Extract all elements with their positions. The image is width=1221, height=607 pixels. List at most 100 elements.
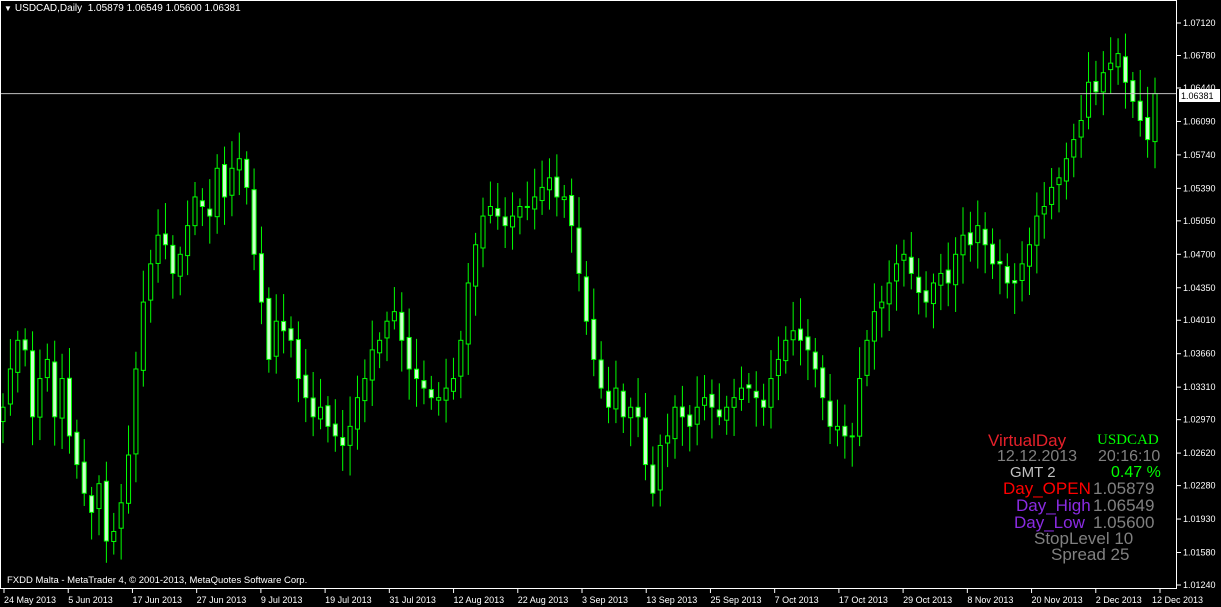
- ohlc-values: 1.05879 1.06549 1.05600 1.06381: [87, 3, 241, 14]
- price-tick-label: 1.02970: [1183, 415, 1216, 425]
- candle-body: [1049, 186, 1055, 205]
- date-tick-label: 19 Jul 2013: [325, 595, 372, 605]
- candle-body: [1041, 206, 1047, 215]
- candle-body: [938, 272, 944, 286]
- candle-body: [591, 318, 597, 360]
- candle-body: [982, 228, 988, 246]
- candle-body: [495, 207, 501, 217]
- price-tick-label: 1.05050: [1183, 216, 1216, 226]
- date-tick-label: 25 Sep 2013: [710, 595, 761, 605]
- candle-body: [391, 311, 397, 322]
- candle-body: [1086, 81, 1092, 118]
- candle-body: [399, 311, 405, 341]
- candle-body: [908, 256, 914, 274]
- candle-body: [266, 297, 272, 360]
- candle-body: [886, 282, 892, 305]
- price-tick-label: 1.06780: [1183, 50, 1216, 60]
- candle-body: [273, 320, 279, 357]
- candle-body: [443, 387, 449, 401]
- candle-body: [613, 387, 619, 410]
- candle-body: [450, 378, 456, 392]
- candle-body: [635, 406, 641, 418]
- candle-body: [768, 378, 774, 408]
- candle-body: [502, 216, 508, 227]
- candle-body: [665, 435, 671, 444]
- candle-body: [148, 263, 154, 301]
- candle-body: [990, 243, 996, 265]
- date-tick-label: 29 Oct 2013: [903, 595, 952, 605]
- candle-body: [628, 406, 634, 419]
- candle-body: [96, 483, 102, 510]
- candle-body: [546, 177, 552, 191]
- candle-body: [1100, 72, 1106, 93]
- candle-body: [849, 435, 855, 438]
- info-symbol: USDCAD: [1097, 432, 1159, 448]
- candle-body: [1026, 244, 1032, 267]
- info-high-label: Day_High: [1016, 496, 1091, 515]
- candle-body: [140, 301, 146, 371]
- candle-body: [81, 461, 87, 494]
- candle-body: [59, 378, 65, 419]
- candle-body: [901, 253, 907, 261]
- candle-body: [576, 227, 582, 274]
- date-tick-label: 7 Oct 2013: [775, 595, 819, 605]
- candle-body: [1108, 62, 1114, 71]
- chart-header: ▼ USDCAD,Daily 1.05879 1.06549 1.05600 1.…: [4, 3, 241, 14]
- price-tick-label: 1.01580: [1183, 548, 1216, 558]
- copyright-text: FXDD Malta - MetaTrader 4, © 2001-2013, …: [7, 575, 308, 586]
- price-tick-label: 1.04700: [1183, 249, 1216, 259]
- candle-body: [1034, 215, 1040, 246]
- candle-body: [258, 253, 264, 303]
- candle-body: [724, 406, 730, 421]
- candle-body: [798, 328, 804, 341]
- candle-body: [879, 301, 885, 309]
- candle-body: [805, 336, 811, 351]
- candle-body: [539, 186, 545, 202]
- candle-body: [89, 495, 95, 513]
- candle-body: [185, 225, 191, 257]
- candle-body: [864, 339, 870, 376]
- candle-body: [428, 389, 434, 399]
- candle-body: [857, 378, 863, 437]
- date-tick-label: 24 May 2013: [4, 595, 56, 605]
- candle-body: [1093, 80, 1099, 93]
- dropdown-triangle-icon[interactable]: ▼: [4, 4, 12, 13]
- candle-body: [74, 431, 80, 466]
- candle-body: [118, 502, 124, 529]
- candle-body: [192, 196, 198, 227]
- candle-body: [340, 437, 346, 446]
- candle-body: [834, 425, 840, 431]
- candle-body: [975, 225, 981, 244]
- candle-body: [487, 206, 493, 216]
- price-tick-label: 1.04010: [1183, 315, 1216, 325]
- candle-body: [162, 233, 168, 246]
- candle-body: [288, 328, 294, 341]
- candle-body: [753, 390, 759, 399]
- candle-body: [406, 336, 412, 370]
- candle-body: [761, 399, 767, 408]
- price-tick-label: 1.01930: [1183, 514, 1216, 524]
- candle-body: [229, 167, 235, 196]
- candle-body: [480, 215, 486, 249]
- candle-body: [22, 339, 28, 351]
- candle-body: [738, 387, 744, 400]
- date-tick-label: 8 Nov 2013: [967, 595, 1013, 605]
- candle-body: [37, 378, 43, 418]
- candle-body: [362, 378, 368, 402]
- date-tick-label: 5 Jun 2013: [68, 595, 113, 605]
- candle-body: [820, 367, 826, 399]
- date-tick-label: 13 Sep 2013: [646, 595, 697, 605]
- price-tick-label: 1.06090: [1183, 116, 1216, 126]
- info-date: 12.12.2013: [997, 448, 1078, 465]
- candle-body: [1145, 116, 1151, 141]
- candle-body: [66, 377, 72, 437]
- candle-body: [0, 406, 6, 423]
- candle-body: [414, 368, 420, 380]
- candle-body: [44, 358, 50, 379]
- candle-body: [30, 350, 36, 418]
- price-tick-label: 1.02620: [1183, 448, 1216, 458]
- candle-body: [222, 164, 228, 198]
- candle-body: [207, 208, 213, 217]
- candle-body: [517, 206, 523, 218]
- info-spread: Spread 25: [1051, 545, 1130, 564]
